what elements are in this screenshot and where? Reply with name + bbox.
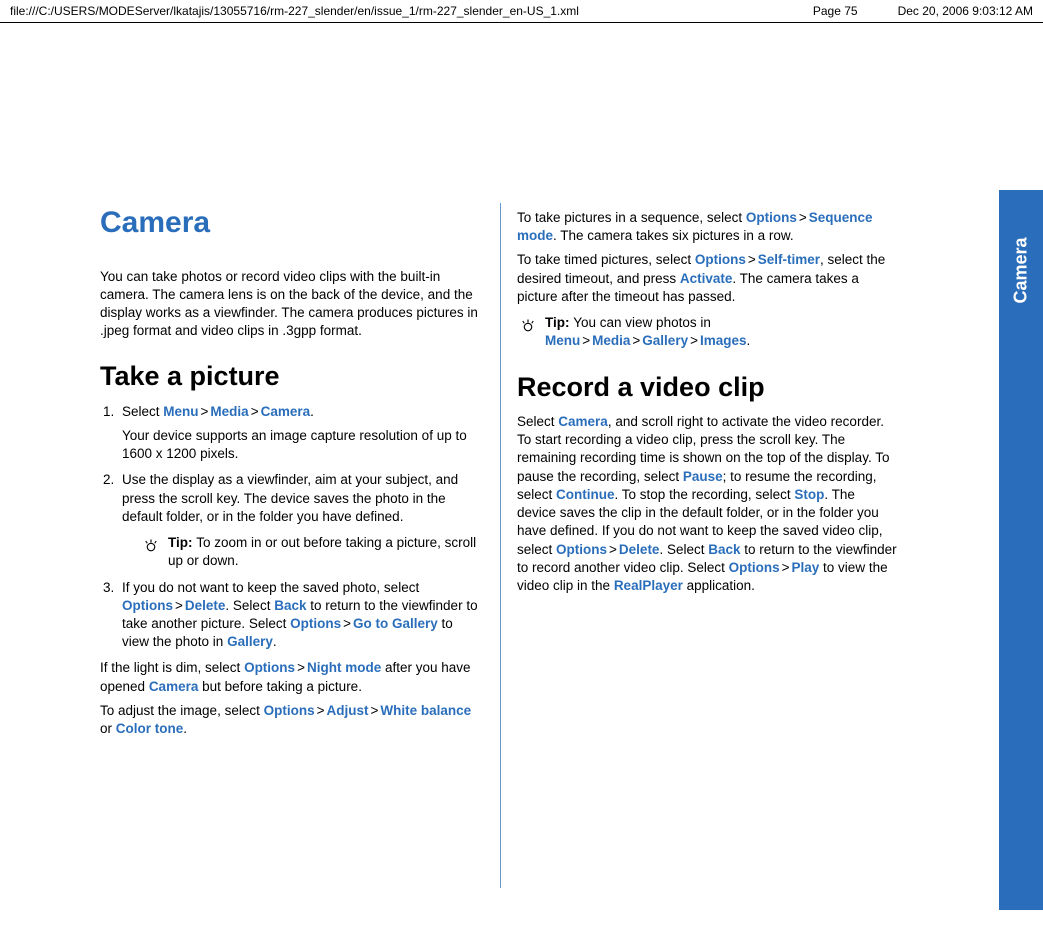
term-activate: Activate [680, 271, 733, 286]
adjust-para: To adjust the image, select Options>Adju… [100, 702, 480, 738]
section-take-picture: Take a picture [100, 358, 480, 394]
file-path: file:///C:/USERS/MODEServer/lkatajis/130… [10, 4, 773, 18]
self-timer-para: To take timed pictures, select Options>S… [517, 251, 897, 306]
page-header: file:///C:/USERS/MODEServer/lkatajis/130… [0, 0, 1043, 23]
sequence-para: To take pictures in a sequence, select O… [517, 209, 897, 245]
term-back: Back [274, 598, 306, 613]
term-play: Play [792, 560, 820, 575]
term-options: Options [290, 616, 341, 631]
term-options: Options [556, 542, 607, 557]
night-mode-para: If the light is dim, select Options>Nigh… [100, 659, 480, 695]
term-options: Options [264, 703, 315, 718]
term-pause: Pause [683, 469, 723, 484]
term-night-mode: Night mode [307, 660, 381, 675]
intro-paragraph: You can take photos or record video clip… [100, 268, 480, 341]
term-images: Images [700, 333, 747, 348]
term-gallery: Gallery [227, 634, 273, 649]
term-delete: Delete [185, 598, 226, 613]
tip-label: Tip: [545, 315, 573, 330]
term-delete: Delete [619, 542, 660, 557]
page-body: Camera You can take photos or record vid… [0, 23, 1043, 938]
term-camera: Camera [558, 414, 608, 429]
term-camera: Camera [149, 679, 199, 694]
page-title: Camera [100, 203, 480, 244]
steps-list: Select Menu>Media>Camera. Your device su… [118, 403, 480, 652]
step-1: Select Menu>Media>Camera. Your device su… [118, 403, 480, 464]
step-1-body: Your device supports an image capture re… [122, 427, 480, 463]
term-media: Media [210, 404, 248, 419]
term-options: Options [122, 598, 173, 613]
term-back: Back [708, 542, 740, 557]
term-go-gallery: Go to Gallery [353, 616, 438, 631]
term-adjust: Adjust [326, 703, 368, 718]
term-continue: Continue [556, 487, 615, 502]
tip-label: Tip: [168, 535, 196, 550]
term-camera: Camera [261, 404, 311, 419]
term-options: Options [244, 660, 295, 675]
timestamp: Dec 20, 2006 9:03:12 AM [898, 4, 1033, 18]
section-record-video: Record a video clip [517, 369, 897, 405]
page-indicator: Page 75 [813, 4, 858, 18]
term-realplayer: RealPlayer [614, 578, 683, 593]
term-gallery: Gallery [642, 333, 688, 348]
term-media: Media [592, 333, 630, 348]
tip-zoom: Tip: To zoom in or out before taking a p… [140, 534, 480, 570]
term-color-tone: Color tone [116, 721, 184, 736]
term-options: Options [695, 252, 746, 267]
step-3: If you do not want to keep the saved pho… [118, 579, 480, 652]
tip-icon [140, 535, 162, 557]
term-menu: Menu [163, 404, 198, 419]
left-column: Camera You can take photos or record vid… [100, 203, 500, 888]
term-options: Options [729, 560, 780, 575]
term-options: Options [746, 210, 797, 225]
step-2: Use the display as a viewfinder, aim at … [118, 471, 480, 570]
term-white-balance: White balance [380, 703, 471, 718]
term-menu: Menu [545, 333, 580, 348]
record-para: Select Camera, and scroll right to activ… [517, 413, 897, 595]
tip-view-photos: Tip: You can view photos in Menu>Media>G… [517, 314, 897, 350]
term-self-timer: Self-timer [758, 252, 820, 267]
term-stop: Stop [794, 487, 824, 502]
tip-icon [517, 315, 539, 337]
right-column: To take pictures in a sequence, select O… [500, 203, 897, 888]
